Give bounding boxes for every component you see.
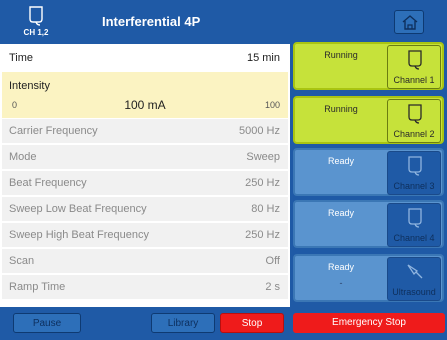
channel-card-3[interactable]: Ready Channel 3 [293, 148, 444, 196]
channel-status: Running [324, 50, 358, 60]
param-value: 250 Hz [245, 229, 280, 241]
channel-indicator: CH 1,2 [20, 6, 52, 40]
channel-indicator-label: CH 1,2 [23, 28, 49, 37]
param-value: 80 Hz [251, 203, 280, 215]
param-value: 250 Hz [245, 177, 280, 189]
channel-name: Channel 2 [393, 129, 435, 139]
param-row-scan[interactable]: Scan Off [2, 249, 288, 274]
electrode-pad-icon [408, 156, 422, 176]
channel-card-4[interactable]: Ready Channel 4 [293, 200, 444, 248]
treatment-header: CH 1,2 Interferential 4P [0, 0, 290, 44]
home-icon [402, 15, 418, 30]
param-row-sweep-low[interactable]: Sweep Low Beat Frequency 80 Hz [2, 197, 288, 222]
channel-status: Ready [327, 156, 354, 166]
param-row-ramp-time[interactable]: Ramp Time 2 s [2, 275, 288, 300]
pause-button[interactable]: Pause [13, 313, 81, 333]
intensity-max: 100 [264, 100, 280, 110]
param-label: Sweep Low Beat Frequency [9, 203, 147, 215]
channel-name: Ultrasound [392, 287, 436, 297]
channel-name: Channel 4 [393, 233, 435, 243]
channel-status: Ready [327, 208, 354, 218]
time-value: 15 min [246, 52, 280, 64]
electrode-pad-icon [408, 208, 422, 228]
param-value: Off [265, 255, 280, 267]
intensity-current: 100 mA [124, 98, 166, 112]
channel-button[interactable]: Channel 1 [387, 45, 441, 89]
channel-card-2[interactable]: Running Channel 2 [293, 96, 444, 144]
library-button[interactable]: Library [151, 313, 215, 333]
param-label: Ramp Time [9, 281, 66, 293]
treatment-panel: CH 1,2 Interferential 4P Time 15 min Int… [0, 0, 290, 340]
param-label: Sweep High Beat Frequency [9, 229, 150, 241]
electrode-pad-icon [408, 104, 422, 124]
channel-button[interactable]: Channel 4 [387, 203, 441, 247]
param-row-mode[interactable]: Mode Sweep [2, 145, 288, 170]
action-bar: Pause Library Stop [0, 307, 290, 340]
param-row-beat-frequency[interactable]: Beat Frequency 250 Hz [2, 171, 288, 196]
channel-sidebar: Running Channel 1 Running Channel 2 Read… [290, 0, 447, 340]
home-button[interactable] [394, 10, 424, 34]
param-value: Sweep [246, 151, 280, 163]
time-row[interactable]: Time 15 min [2, 46, 288, 71]
channel-status: Running [324, 104, 358, 114]
channel-name: Channel 1 [393, 75, 435, 85]
stop-button[interactable]: Stop [220, 313, 284, 333]
channel-card-1[interactable]: Running Channel 1 [293, 42, 444, 90]
channel-status: Ready [327, 262, 354, 272]
param-row-sweep-high[interactable]: Sweep High Beat Frequency 250 Hz [2, 223, 288, 248]
param-label: Scan [9, 255, 35, 267]
ultrasound-sub-value: - [339, 278, 343, 288]
intensity-row[interactable]: Intensity 0 100 mA 100 [2, 72, 288, 118]
program-title: Interferential 4P [102, 14, 201, 29]
electrode-pad-icon [29, 6, 43, 26]
ultrasound-button[interactable]: Ultrasound [387, 257, 441, 301]
channel-name: Channel 3 [393, 181, 435, 191]
param-label: Carrier Frequency [9, 125, 98, 137]
intensity-label: Intensity [9, 80, 50, 92]
param-value: 2 s [265, 281, 280, 293]
param-label: Mode [9, 151, 37, 163]
param-row-carrier-frequency[interactable]: Carrier Frequency 5000 Hz [2, 119, 288, 144]
time-label: Time [9, 52, 34, 64]
ultrasound-probe-icon [407, 264, 423, 279]
ultrasound-card[interactable]: Ready - Ultrasound [293, 254, 444, 302]
channel-button[interactable]: Channel 3 [387, 151, 441, 195]
param-label: Beat Frequency [9, 177, 87, 189]
channel-button[interactable]: Channel 2 [387, 99, 441, 143]
param-value: 5000 Hz [239, 125, 280, 137]
electrode-pad-icon [408, 50, 422, 70]
emergency-stop-button[interactable]: Emergency Stop [293, 313, 445, 333]
